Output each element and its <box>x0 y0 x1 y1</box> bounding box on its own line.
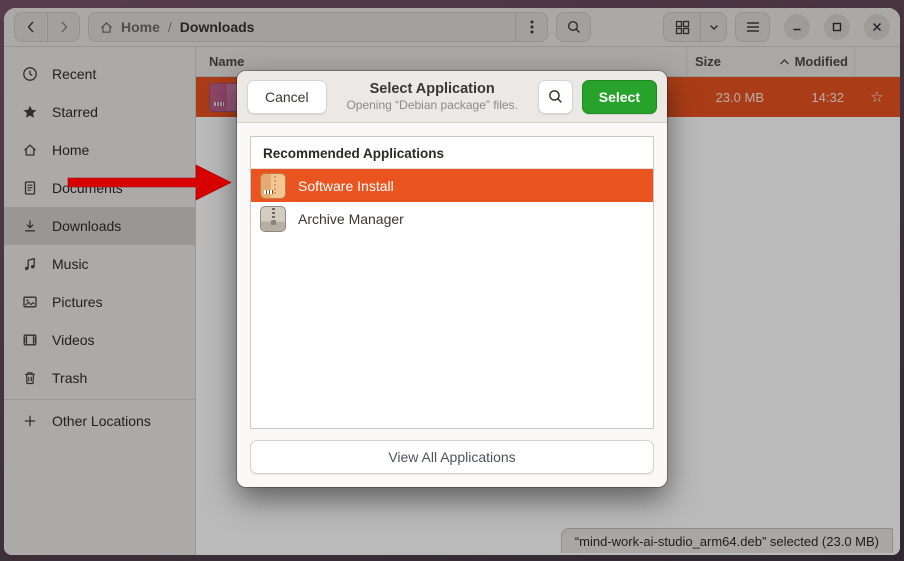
app-row-archive-manager[interactable]: Archive Manager <box>251 202 653 235</box>
archive-manager-icon <box>260 206 286 232</box>
applications-list: Recommended Applications Software Instal… <box>250 136 654 429</box>
select-application-dialog: Cancel Select Application Opening “Debia… <box>237 71 667 487</box>
search-icon <box>547 88 564 105</box>
cancel-button[interactable]: Cancel <box>247 80 327 114</box>
dialog-titles: Select Application Opening “Debian packa… <box>336 80 529 113</box>
dialog-header: Cancel Select Application Opening “Debia… <box>237 71 667 123</box>
app-name: Software Install <box>298 178 394 194</box>
app-row-software-install[interactable]: Software Install <box>251 169 653 202</box>
select-button[interactable]: Select <box>582 80 657 114</box>
software-install-icon <box>260 173 286 199</box>
dialog-body: Recommended Applications Software Instal… <box>237 123 667 487</box>
view-all-applications-button[interactable]: View All Applications <box>250 440 654 474</box>
recommended-section-header: Recommended Applications <box>251 137 653 169</box>
app-name: Archive Manager <box>298 211 404 227</box>
dialog-search-button[interactable] <box>538 80 573 114</box>
dialog-title: Select Application <box>370 80 495 98</box>
dialog-subtitle: Opening “Debian package” files. <box>346 98 517 113</box>
